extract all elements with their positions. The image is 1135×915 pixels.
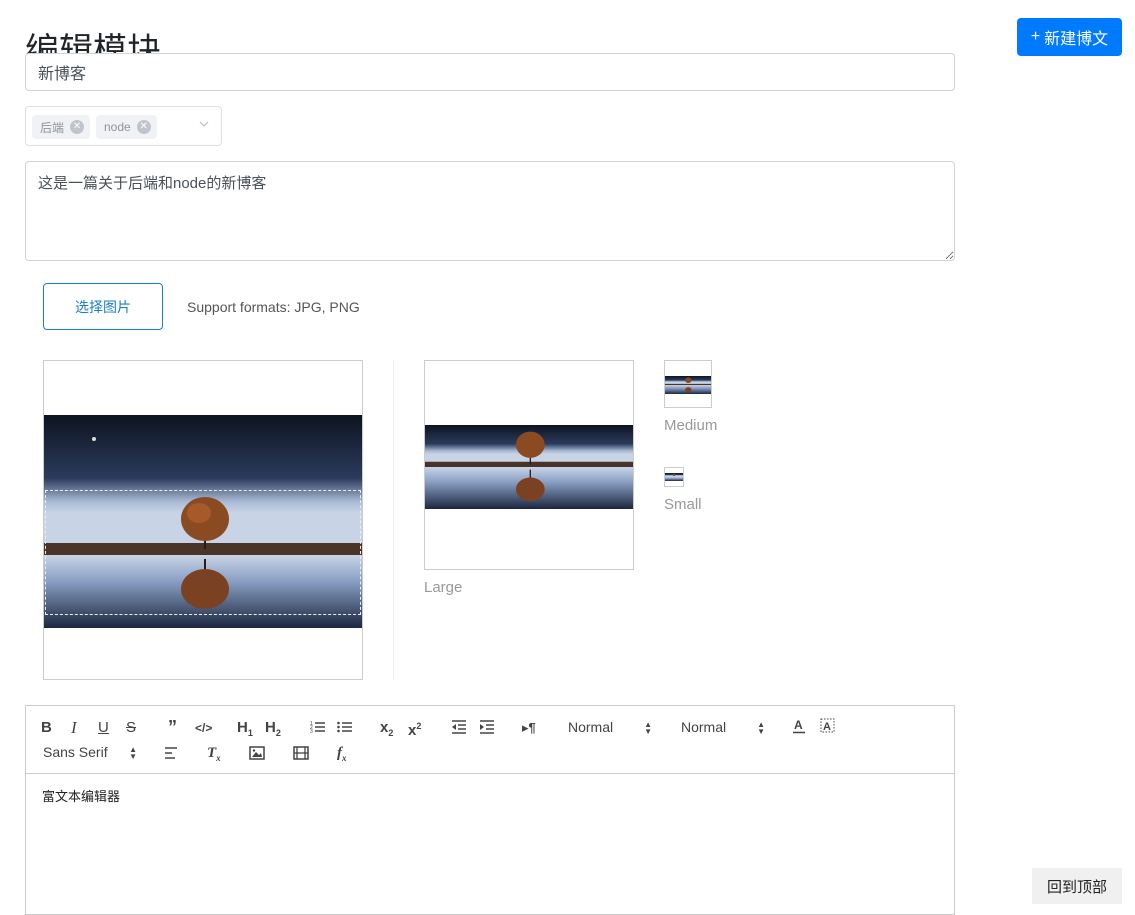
new-post-button[interactable]: + 新建博文 xyxy=(1017,18,1122,56)
background-color-icon[interactable]: A xyxy=(820,718,835,734)
title-input[interactable] xyxy=(25,53,955,91)
preview-medium-label: Medium xyxy=(664,417,718,434)
svg-text:3: 3 xyxy=(310,729,313,734)
preview-small-label: Small xyxy=(664,496,702,513)
preview-large-label: Large xyxy=(424,579,463,596)
subscript-icon[interactable]: x2 xyxy=(380,719,393,742)
italic-icon[interactable]: I xyxy=(71,719,77,737)
tag-close-icon[interactable]: ✕ xyxy=(136,120,151,134)
outdent-icon[interactable] xyxy=(451,720,467,734)
underline-icon[interactable]: U xyxy=(98,719,109,737)
support-formats-text: Support formats: JPG, PNG xyxy=(187,299,360,315)
choose-image-button[interactable]: 选择图片 xyxy=(43,283,163,330)
text-direction-icon[interactable]: ▸¶ xyxy=(522,719,536,737)
formula-icon[interactable]: fx xyxy=(337,744,347,767)
bold-icon[interactable]: B xyxy=(41,719,52,737)
code-block-icon[interactable]: </> xyxy=(195,719,212,737)
align-icon[interactable] xyxy=(164,746,178,760)
ordered-list-icon[interactable]: 1 2 3 xyxy=(310,720,326,734)
plus-icon: + xyxy=(1030,28,1041,45)
tag-label: 后端 xyxy=(40,120,65,135)
editor-toolbar: B I U S ” </> H1 H2 1 2 3 x2 x2 ▸¶ Norma… xyxy=(26,706,954,774)
font-picker-label: Sans Serif xyxy=(43,744,108,760)
header-picker-label: Normal xyxy=(568,719,614,735)
superscript-icon[interactable]: x2 xyxy=(408,717,421,740)
editor-content[interactable]: 富文本编辑器 xyxy=(42,786,120,805)
tree-image xyxy=(425,425,633,509)
video-icon[interactable] xyxy=(293,746,309,760)
new-post-label: 新建博文 xyxy=(1044,31,1109,48)
crop-frame[interactable] xyxy=(45,490,361,615)
picker-arrow-icon: ▲ ▼ xyxy=(129,745,137,761)
indent-icon[interactable] xyxy=(479,720,495,734)
svg-text:A: A xyxy=(794,718,803,732)
image-icon[interactable] xyxy=(249,746,265,760)
rich-text-editor: B I U S ” </> H1 H2 1 2 3 x2 x2 ▸¶ Norma… xyxy=(25,705,955,915)
tag-close-icon[interactable]: ✕ xyxy=(70,120,85,134)
tag-chip: node ✕ xyxy=(96,115,157,139)
preview-medium xyxy=(664,360,712,408)
header1-icon[interactable]: H1 xyxy=(237,719,253,742)
svg-text:A: A xyxy=(823,721,831,733)
blockquote-icon[interactable]: ” xyxy=(168,718,177,736)
tag-label: node xyxy=(104,120,131,134)
bullet-list-icon[interactable] xyxy=(337,720,353,734)
chevron-down-icon xyxy=(199,121,209,127)
image-cropper[interactable] xyxy=(43,360,363,680)
divider xyxy=(393,360,394,680)
strikethrough-icon[interactable]: S xyxy=(126,719,136,737)
back-to-top-button[interactable]: 回到顶部 xyxy=(1032,868,1122,904)
picker-arrow-icon: ▲ ▼ xyxy=(757,720,765,736)
tree-image xyxy=(665,473,683,481)
picker-arrow-icon: ▲ ▼ xyxy=(644,720,652,736)
tree-image xyxy=(665,376,711,394)
size-picker-label: Normal xyxy=(681,719,727,735)
preview-large xyxy=(424,360,634,570)
size-picker[interactable]: Normal ▲ ▼ xyxy=(681,719,765,737)
tag-select[interactable]: 后端 ✕ node ✕ xyxy=(25,106,222,146)
tag-chip: 后端 ✕ xyxy=(32,115,91,139)
preview-small xyxy=(664,467,684,487)
header2-icon[interactable]: H2 xyxy=(265,719,281,742)
text-color-icon[interactable]: A xyxy=(792,718,806,734)
description-textarea[interactable]: 这是一篇关于后端和node的新博客 xyxy=(25,161,955,261)
font-picker[interactable]: Sans Serif ▲ ▼ xyxy=(43,744,137,762)
header-picker[interactable]: Normal ▲ ▼ xyxy=(568,719,652,737)
clear-format-icon[interactable]: Tx xyxy=(207,744,221,767)
